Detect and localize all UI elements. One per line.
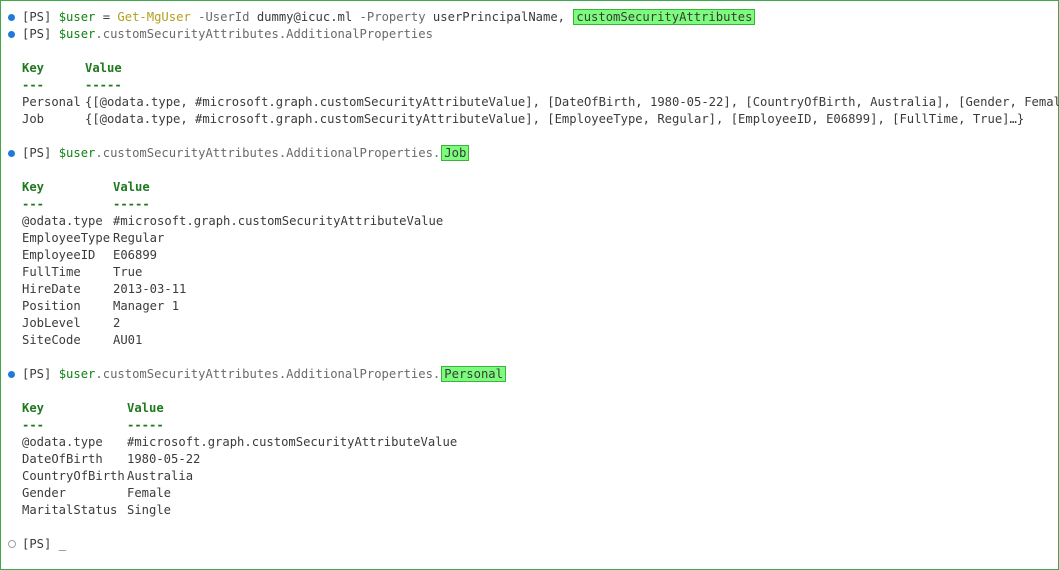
table-row: JobLevel 2 bbox=[22, 315, 120, 332]
row-key: Gender bbox=[22, 486, 67, 500]
row-value: {[@odata.type, #microsoft.graph.customSe… bbox=[85, 112, 1025, 126]
terminal-window[interactable]: [PS] $user = Get-MgUser -UserId dummy@ic… bbox=[0, 0, 1059, 570]
row-value: 2 bbox=[113, 316, 121, 330]
variable: $user bbox=[58, 146, 96, 160]
row-key: CountryOfBirth bbox=[22, 469, 125, 483]
table-row: @odata.type #microsoft.graph.customSecuri… bbox=[22, 434, 457, 451]
command-status-dot-icon bbox=[8, 371, 15, 378]
value-header: Value bbox=[127, 401, 164, 415]
cmdlet: Get-MgUser bbox=[117, 10, 191, 24]
table-row: MaritalStatus Single bbox=[22, 502, 171, 519]
table-divider-row: --- ----- bbox=[22, 417, 164, 434]
table-row: @odata.type #microsoft.graph.customSecuri… bbox=[22, 213, 443, 230]
property-path: .customSecurityAttributes.AdditionalProp… bbox=[95, 146, 441, 160]
table-header-row: Key Value bbox=[22, 400, 164, 417]
parameter: -Property bbox=[352, 10, 426, 24]
row-key: Job bbox=[22, 112, 45, 126]
row-key: Position bbox=[22, 299, 81, 313]
row-value: #microsoft.graph.customSecurityAttribute… bbox=[113, 214, 444, 228]
key-divider: --- bbox=[22, 197, 45, 211]
row-key: @odata.type bbox=[22, 214, 103, 228]
prompt: [PS] bbox=[22, 27, 52, 41]
table-row: FullTime True bbox=[22, 264, 142, 281]
table-divider-row: --- ----- bbox=[22, 196, 150, 213]
table-row: EmployeeID E06899 bbox=[22, 247, 157, 264]
table-row: EmployeeType Regular bbox=[22, 230, 164, 247]
command-line-2[interactable]: [PS] $user.customSecurityAttributes.Addi… bbox=[22, 26, 433, 43]
row-value: E06899 bbox=[113, 248, 158, 262]
table-header-row: Key Value bbox=[22, 60, 122, 77]
key-divider: --- bbox=[22, 78, 45, 92]
row-value: Female bbox=[127, 486, 172, 500]
row-key: EmployeeType bbox=[22, 231, 111, 245]
prompt: [PS] bbox=[22, 10, 52, 24]
property-path: .customSecurityAttributes.AdditionalProp… bbox=[95, 27, 433, 41]
parameter-value: dummy@icuc.ml bbox=[249, 10, 353, 24]
row-key: FullTime bbox=[22, 265, 81, 279]
command-line-4[interactable]: [PS] $user.customSecurityAttributes.Addi… bbox=[22, 366, 506, 383]
row-value: #microsoft.graph.customSecurityAttribute… bbox=[127, 435, 458, 449]
variable: $user bbox=[58, 10, 96, 24]
row-value: AU01 bbox=[113, 333, 143, 347]
variable: $user bbox=[58, 367, 96, 381]
key-header: Key bbox=[22, 180, 45, 194]
operator: = bbox=[95, 10, 118, 24]
table-row: Position Manager 1 bbox=[22, 298, 179, 315]
row-value: True bbox=[113, 265, 143, 279]
variable: $user bbox=[58, 27, 96, 41]
command-status-dot-icon bbox=[8, 150, 15, 157]
property-path: .customSecurityAttributes.AdditionalProp… bbox=[95, 367, 441, 381]
highlighted-text: customSecurityAttributes bbox=[573, 9, 756, 25]
command-line-3[interactable]: [PS] $user.customSecurityAttributes.Addi… bbox=[22, 145, 470, 162]
table-row: Personal {[@odata.type, #microsoft.graph.… bbox=[22, 94, 1059, 111]
key-header: Key bbox=[22, 401, 45, 415]
row-key: HireDate bbox=[22, 282, 81, 296]
parameter: -UserId bbox=[190, 10, 250, 24]
table-row: Job {[@odata.type, #microsoft.graph.custo… bbox=[22, 111, 1024, 128]
text-cursor: _ bbox=[58, 537, 67, 551]
row-value: 2013-03-11 bbox=[113, 282, 187, 296]
command-line-1[interactable]: [PS] $user = Get-MgUser -UserId dummy@ic… bbox=[22, 9, 756, 26]
command-input-line[interactable]: [PS] _ bbox=[22, 536, 66, 553]
command-status-dot-icon bbox=[8, 31, 15, 38]
command-status-dot-icon bbox=[8, 14, 15, 21]
row-key: @odata.type bbox=[22, 435, 103, 449]
row-value: Australia bbox=[127, 469, 194, 483]
row-value: Single bbox=[127, 503, 172, 517]
highlighted-text: Personal bbox=[441, 366, 506, 382]
value-divider: ----- bbox=[85, 78, 122, 92]
command-status-dot-icon bbox=[8, 540, 16, 548]
row-key: Personal bbox=[22, 95, 81, 109]
prompt: [PS] bbox=[22, 367, 52, 381]
table-row: CountryOfBirth Australia bbox=[22, 468, 193, 485]
row-key: EmployeeID bbox=[22, 248, 96, 262]
table-header-row: Key Value bbox=[22, 179, 150, 196]
row-value: Regular bbox=[113, 231, 165, 245]
row-value: Manager 1 bbox=[113, 299, 180, 313]
table-row: DateOfBirth 1980-05-22 bbox=[22, 451, 200, 468]
row-value: 1980-05-22 bbox=[127, 452, 201, 466]
parameter-value: userPrincipalName, bbox=[425, 10, 566, 24]
row-value: {[@odata.type, #microsoft.graph.customSe… bbox=[85, 95, 1059, 109]
key-header: Key bbox=[22, 61, 45, 75]
prompt: [PS] bbox=[22, 146, 52, 160]
table-row: SiteCode AU01 bbox=[22, 332, 142, 349]
value-divider: ----- bbox=[127, 418, 164, 432]
table-row: HireDate 2013-03-11 bbox=[22, 281, 186, 298]
value-header: Value bbox=[85, 61, 122, 75]
row-key: SiteCode bbox=[22, 333, 81, 347]
table-row: Gender Female bbox=[22, 485, 171, 502]
row-key: MaritalStatus bbox=[22, 503, 118, 517]
value-divider: ----- bbox=[113, 197, 150, 211]
key-divider: --- bbox=[22, 418, 45, 432]
value-header: Value bbox=[113, 180, 150, 194]
highlighted-text: Job bbox=[441, 145, 470, 161]
prompt: [PS] bbox=[22, 537, 52, 551]
row-key: JobLevel bbox=[22, 316, 81, 330]
table-divider-row: --- ----- bbox=[22, 77, 122, 94]
row-key: DateOfBirth bbox=[22, 452, 103, 466]
